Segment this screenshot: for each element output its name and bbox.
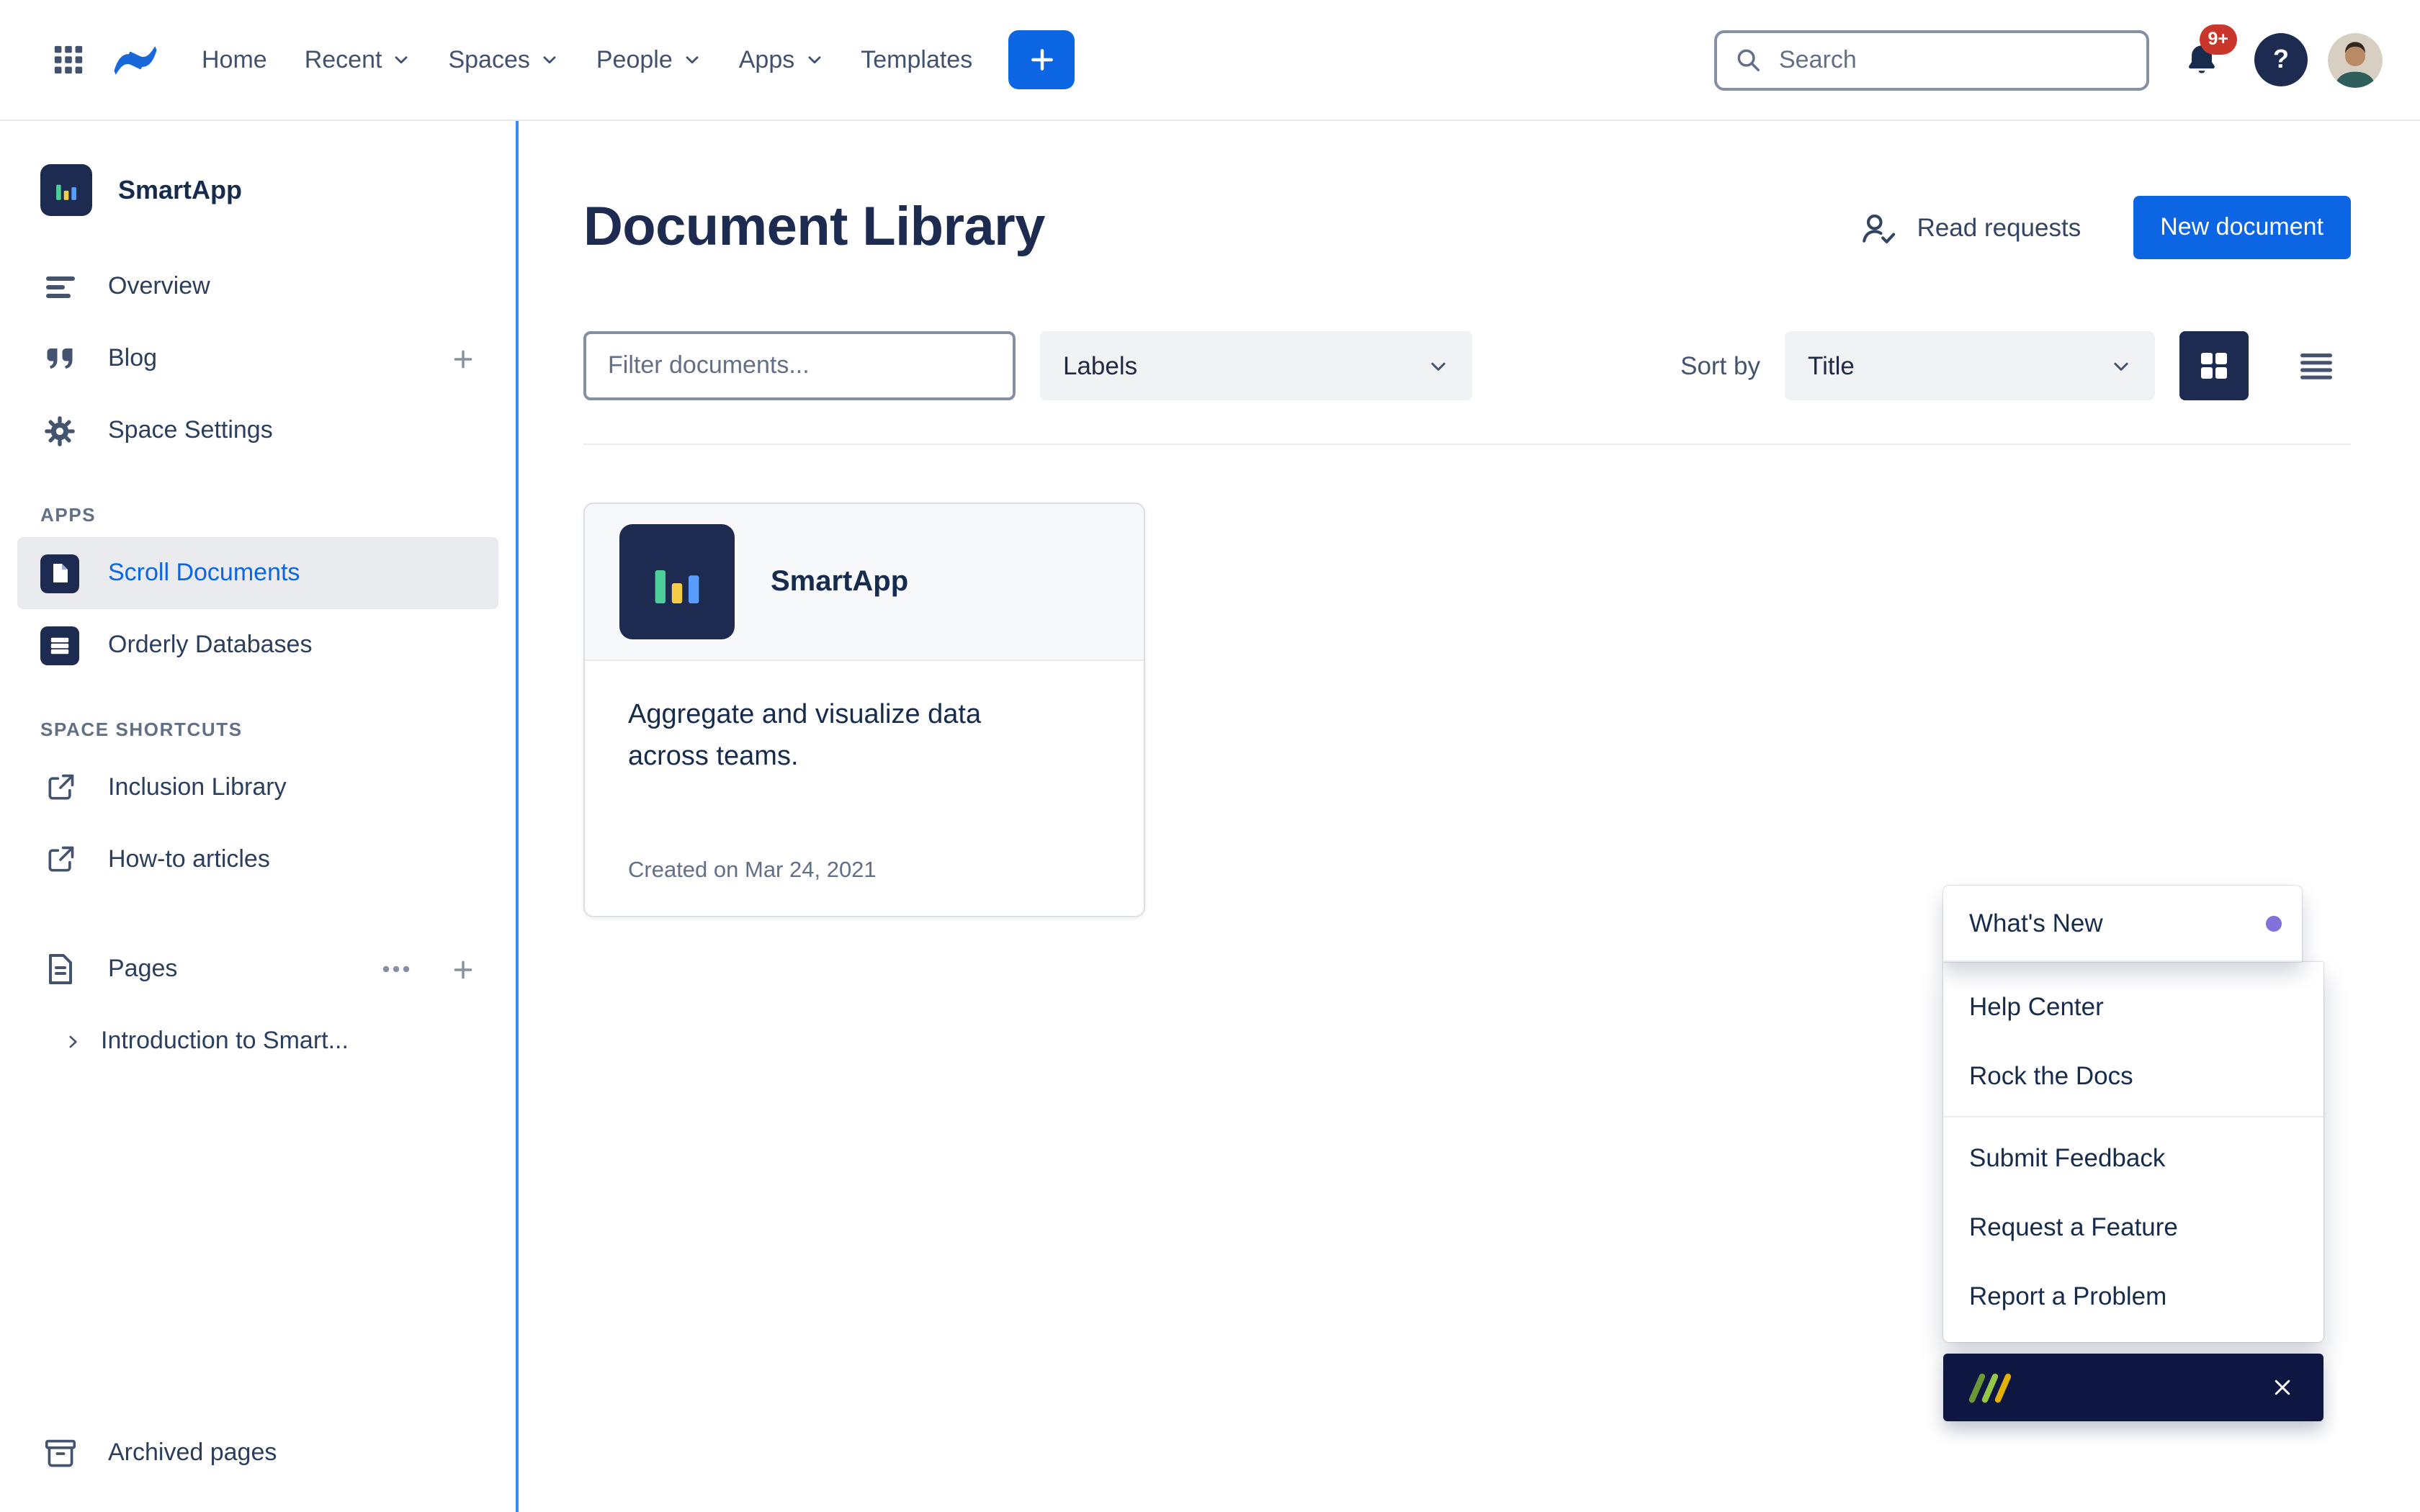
menu-divider xyxy=(1943,1116,2323,1117)
menu-item-report-a-problem[interactable]: Report a Problem xyxy=(1943,1261,2323,1331)
page-icon xyxy=(40,953,79,985)
read-requests-button[interactable]: Read requests xyxy=(1851,208,2090,247)
align-lines-icon xyxy=(40,273,79,300)
sidebar-item-blog[interactable]: Blog xyxy=(17,323,498,395)
document-card-created: Created on Mar 24, 2021 xyxy=(628,858,1101,884)
global-search[interactable] xyxy=(1714,30,2149,90)
sidebar-item-inclusion-library[interactable]: Inclusion Library xyxy=(17,752,498,824)
new-document-button[interactable]: New document xyxy=(2133,196,2351,259)
pages-more-button[interactable] xyxy=(376,959,416,979)
nav-item-home[interactable]: Home xyxy=(183,31,286,89)
chevron-right-icon xyxy=(63,1032,82,1050)
top-navigation: Home Recent Spaces People Apps Templates xyxy=(0,0,2420,121)
quote-icon xyxy=(40,346,79,372)
notifications-badge: 9+ xyxy=(2199,24,2237,54)
notification-dot-icon xyxy=(2266,915,2282,931)
sidebar-item-archived-pages[interactable]: Archived pages xyxy=(17,1417,498,1489)
chevron-down-icon xyxy=(540,50,559,69)
close-icon xyxy=(2272,1377,2293,1398)
page-title: Document Library xyxy=(583,197,1045,258)
help-button[interactable]: ? xyxy=(2254,33,2308,86)
grid-view-icon xyxy=(2200,351,2228,380)
plus-icon xyxy=(451,957,475,981)
more-icon xyxy=(382,965,411,973)
document-card-smartapp[interactable]: SmartApp Aggregate and visualize data ac… xyxy=(583,503,1145,917)
menu-item-rock-the-docs[interactable]: Rock the Docs xyxy=(1943,1041,2323,1110)
gear-icon xyxy=(40,414,79,447)
user-avatar[interactable] xyxy=(2328,32,2383,87)
banner-close-button[interactable] xyxy=(2263,1368,2302,1407)
sort-dropdown[interactable]: Title xyxy=(1785,331,2155,400)
space-name: SmartApp xyxy=(118,175,242,205)
chevron-down-icon xyxy=(2110,355,2132,377)
question-mark-icon: ? xyxy=(2273,45,2289,75)
add-page-button[interactable] xyxy=(445,951,481,987)
navbar-right-group: 9+ ? xyxy=(2169,30,2383,89)
nav-item-people[interactable]: People xyxy=(578,31,720,89)
grid-view-button[interactable] xyxy=(2179,331,2249,400)
external-link-icon xyxy=(40,844,79,876)
labels-dropdown[interactable]: Labels xyxy=(1040,331,1472,400)
app-switcher-button[interactable] xyxy=(40,32,97,88)
apps-section-header: APPS xyxy=(40,504,498,526)
space-header[interactable]: SmartApp xyxy=(17,164,498,216)
nav-item-apps[interactable]: Apps xyxy=(720,31,843,89)
scroll-apps-logo-icon xyxy=(1965,1370,2014,1405)
orderly-databases-icon xyxy=(40,626,79,665)
chevron-down-icon xyxy=(392,50,411,69)
list-view-button[interactable] xyxy=(2282,331,2351,400)
content-divider xyxy=(583,444,2351,445)
smartapp-logo-icon xyxy=(619,524,735,639)
nav-item-recent[interactable]: Recent xyxy=(286,31,430,89)
sidebar-item-space-settings[interactable]: Space Settings xyxy=(17,395,498,467)
person-check-icon xyxy=(1860,210,1899,246)
document-card-header: SmartApp xyxy=(585,504,1144,661)
sidebar-item-overview[interactable]: Overview xyxy=(17,251,498,323)
document-card-title: SmartApp xyxy=(771,565,908,598)
sidebar-item-orderly-databases[interactable]: Orderly Databases xyxy=(17,609,498,681)
filter-toolbar: Labels Sort by Title xyxy=(583,331,2351,400)
sidebar-item-how-to-articles[interactable]: How-to articles xyxy=(17,824,498,896)
avatar-photo xyxy=(2328,32,2383,87)
add-blog-button[interactable] xyxy=(445,341,481,377)
document-card-description: Aggregate and visualize data across team… xyxy=(628,696,1046,778)
filter-documents-input[interactable] xyxy=(583,331,1016,400)
create-button[interactable] xyxy=(1008,30,1075,89)
shortcuts-section-header: SPACE SHORTCUTS xyxy=(40,719,498,740)
confluence-page: Home Recent Spaces People Apps Templates xyxy=(0,0,2420,1512)
promo-banner xyxy=(1943,1354,2323,1421)
nav-item-templates[interactable]: Templates xyxy=(842,31,991,89)
menu-item-help-center[interactable]: Help Center xyxy=(1943,972,2323,1041)
sort-by-label: Sort by xyxy=(1680,351,1760,381)
external-link-icon xyxy=(40,772,79,804)
grid-icon xyxy=(52,43,85,76)
notifications-button[interactable]: 9+ xyxy=(2169,30,2234,89)
help-menu: Help Center Rock the Docs Submit Feedbac… xyxy=(1943,962,2323,1342)
chevron-down-icon xyxy=(1428,355,1449,377)
plus-icon xyxy=(1028,46,1055,73)
scroll-documents-icon xyxy=(40,554,79,593)
title-actions: Read requests New document xyxy=(1851,196,2351,259)
search-input[interactable] xyxy=(1776,44,2129,76)
list-view-icon xyxy=(2299,351,2334,380)
space-sidebar: SmartApp Overview Blog xyxy=(0,121,519,1512)
title-row: Document Library Read requests New docum… xyxy=(583,187,2351,268)
chevron-down-icon xyxy=(805,50,823,69)
plus-icon xyxy=(451,346,475,371)
document-card-body: Aggregate and visualize data across team… xyxy=(585,661,1144,916)
sidebar-item-scroll-documents[interactable]: Scroll Documents xyxy=(17,537,498,609)
menu-item-submit-feedback[interactable]: Submit Feedback xyxy=(1943,1123,2323,1192)
search-icon xyxy=(1734,46,1762,73)
nav-item-spaces[interactable]: Spaces xyxy=(429,31,577,89)
sidebar-page-introduction[interactable]: Introduction to Smart... xyxy=(17,1005,498,1077)
sidebar-bottom: Archived pages xyxy=(17,1417,498,1489)
menu-item-request-a-feature[interactable]: Request a Feature xyxy=(1943,1192,2323,1261)
confluence-logo-icon[interactable] xyxy=(114,40,157,80)
archive-box-icon xyxy=(40,1438,79,1468)
whats-new-menu-item[interactable]: What's New xyxy=(1943,886,2302,962)
space-logo-icon xyxy=(40,164,92,216)
sidebar-item-pages[interactable]: Pages xyxy=(17,933,498,1005)
chevron-down-icon xyxy=(683,50,702,69)
